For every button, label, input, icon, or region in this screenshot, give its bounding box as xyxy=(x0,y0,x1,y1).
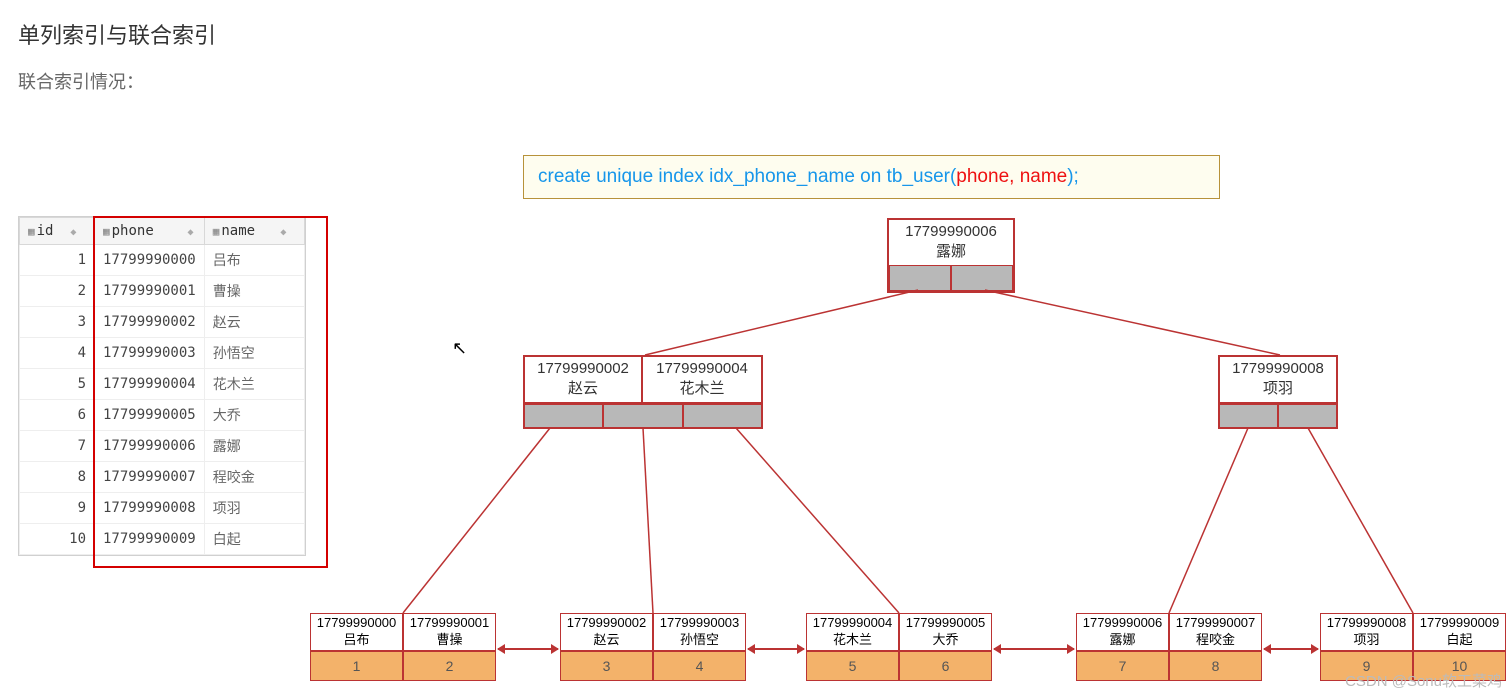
link-arrow xyxy=(1264,648,1318,650)
leaf-node: 17799990002赵云17799990003孙悟空34 xyxy=(560,613,746,681)
table-row: 817799990007程咬金 xyxy=(20,462,305,493)
key-icon: ▦ xyxy=(28,225,35,238)
sql-text: create unique index idx_phone_name on tb… xyxy=(538,166,956,187)
link-arrow xyxy=(498,648,558,650)
inner-node-left: 17799990002赵云 17799990004花木兰 xyxy=(523,355,763,404)
inner-node-right: 17799990008项羽 xyxy=(1218,355,1338,404)
table-row: 217799990001曹操 xyxy=(20,276,305,307)
col-name[interactable]: ▦name ◆ xyxy=(204,218,304,245)
tree-root: 17799990006露娜 xyxy=(887,218,1015,293)
col-icon: ▦ xyxy=(103,225,110,238)
inner-ptrs-left xyxy=(523,403,763,429)
leaf-node: 17799990006露娜17799990007程咬金78 xyxy=(1076,613,1262,681)
table-row: 717799990006露娜 xyxy=(20,431,305,462)
link-arrow xyxy=(748,648,804,650)
page-title: 单列索引与联合索引 xyxy=(18,18,216,50)
table-row: 917799990008项羽 xyxy=(20,493,305,524)
sql-statement: create unique index idx_phone_name on tb… xyxy=(523,155,1220,199)
table-row: 617799990005大乔 xyxy=(20,400,305,431)
subtitle: 联合索引情况： xyxy=(18,68,144,94)
col-icon: ▦ xyxy=(213,225,220,238)
col-id[interactable]: ▦id ◆ xyxy=(20,218,95,245)
inner-ptrs-right xyxy=(1218,403,1338,429)
sql-suffix: ); xyxy=(1067,166,1079,187)
col-phone[interactable]: ▦phone ◆ xyxy=(95,218,205,245)
table-header-row: ▦id ◆ ▦phone ◆ ▦name ◆ xyxy=(20,218,305,245)
cursor-icon: ↖ xyxy=(452,338,467,359)
leaf-node: 17799990004花木兰17799990005大乔56 xyxy=(806,613,992,681)
data-table: ▦id ◆ ▦phone ◆ ▦name ◆ 117799990000吕布217… xyxy=(18,216,306,556)
sql-columns: phone, name xyxy=(956,166,1067,187)
table-row: 1017799990009白起 xyxy=(20,524,305,555)
table-row: 117799990000吕布 xyxy=(20,245,305,276)
table-row: 517799990004花木兰 xyxy=(20,369,305,400)
table-row: 417799990003孙悟空 xyxy=(20,338,305,369)
link-arrow xyxy=(994,648,1074,650)
leaf-node: 17799990000吕布17799990001曹操12 xyxy=(310,613,496,681)
table-row: 317799990002赵云 xyxy=(20,307,305,338)
watermark: CSDN @Sonu软工菜鸡 xyxy=(1345,670,1502,691)
